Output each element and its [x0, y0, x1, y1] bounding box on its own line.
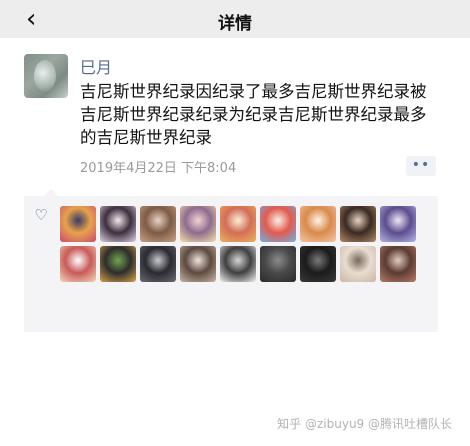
liker-avatar[interactable]	[60, 246, 96, 282]
liker-avatar[interactable]	[100, 246, 136, 282]
liker-avatar[interactable]	[260, 206, 296, 242]
avatar-figure	[34, 60, 56, 92]
liker-avatar[interactable]	[380, 246, 416, 282]
liker-avatar[interactable]	[140, 246, 176, 282]
liker-avatar[interactable]	[180, 206, 216, 242]
liker-avatar[interactable]	[100, 206, 136, 242]
page-title: 详情	[218, 14, 252, 34]
liker-avatar[interactable]	[300, 246, 336, 282]
liker-avatar[interactable]	[340, 206, 376, 242]
liker-avatar[interactable]	[340, 246, 376, 282]
more-actions-button[interactable]: ••	[406, 156, 436, 176]
post-time: 2019年4月22日 下午8:04	[80, 161, 237, 176]
heart-outline-icon: ♡	[34, 206, 48, 224]
liker-avatar[interactable]	[220, 206, 256, 242]
liker-avatar[interactable]	[260, 246, 296, 282]
top-bar: ‹ 详情	[0, 0, 470, 39]
post-content: 吉尼斯世界纪录因纪录了最多吉尼斯世界纪录被吉尼斯世界纪录纪录为纪录吉尼斯世界纪录…	[80, 82, 427, 147]
liker-avatar[interactable]	[220, 246, 256, 282]
liker-avatar[interactable]	[180, 246, 216, 282]
liker-avatar[interactable]	[380, 206, 416, 242]
liker-avatar[interactable]	[140, 206, 176, 242]
liker-avatar[interactable]	[60, 206, 96, 242]
username[interactable]: 巳月	[80, 54, 112, 78]
likes-panel: ♡	[24, 189, 438, 332]
avatar[interactable]	[24, 54, 68, 98]
watermark: 知乎 @zibuyu9 @腾讯吐槽队长	[277, 417, 452, 431]
liker-avatar[interactable]	[300, 206, 336, 242]
moment-post: 巳月 吉尼斯世界纪录因纪录了最多吉尼斯世界纪录被吉尼斯世界纪录纪录为纪录吉尼斯世…	[0, 38, 470, 446]
